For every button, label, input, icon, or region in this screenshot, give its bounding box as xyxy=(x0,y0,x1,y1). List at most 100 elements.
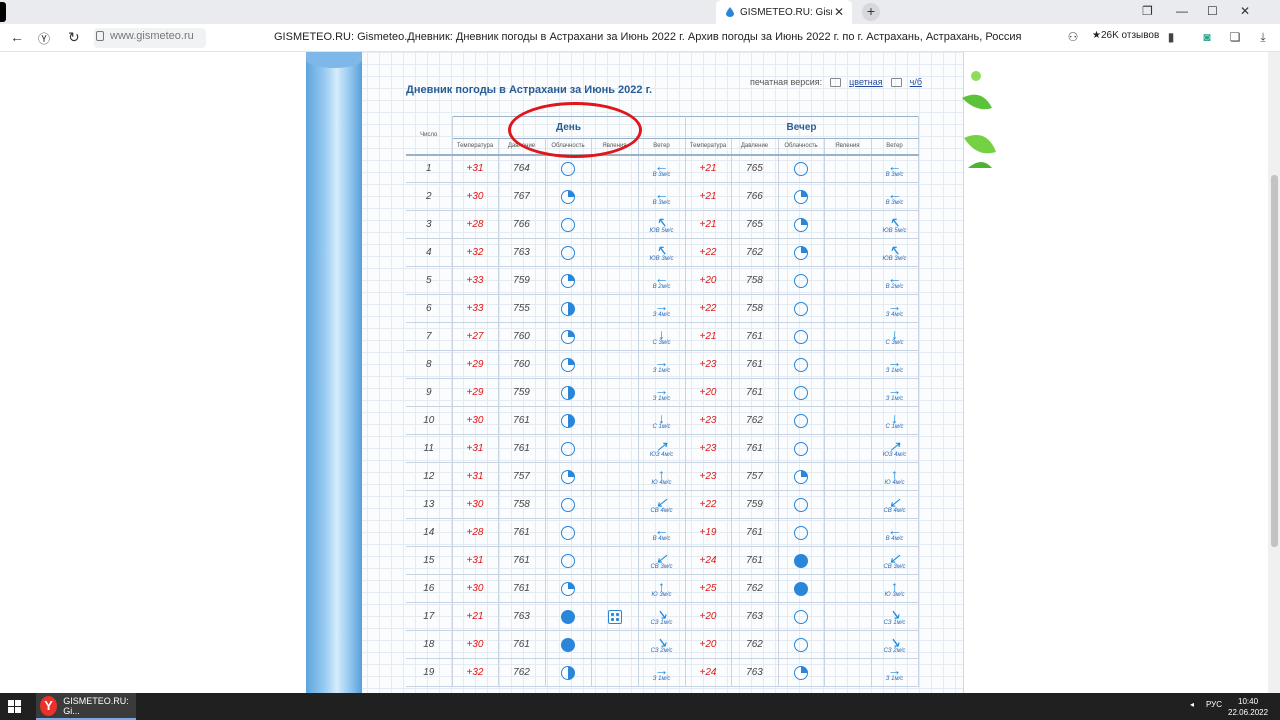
day-pressure: 761 xyxy=(498,546,546,575)
back-icon[interactable]: ← xyxy=(10,29,24,45)
wind-arrow-icon: ← xyxy=(887,269,902,286)
day-temp: +27 xyxy=(452,322,499,351)
evening-pressure: 763 xyxy=(731,602,779,631)
day-pressure: 764 xyxy=(498,154,546,183)
evening-wind: ↓ С 3м/с xyxy=(871,322,919,351)
wind-label: В 3м/с xyxy=(885,171,904,178)
download-icon[interactable]: ⤓ xyxy=(1256,30,1270,44)
cloud-clear-icon xyxy=(794,357,808,372)
cloud-partly-icon xyxy=(561,273,575,288)
evening-phenomena xyxy=(824,434,872,463)
col-eve-wind: Ветер xyxy=(871,138,919,156)
yandex-icon[interactable]: Ⓨ xyxy=(38,30,50,47)
day-number: 6 xyxy=(406,294,453,323)
day-number: 10 xyxy=(406,406,453,435)
cloud-partly-icon xyxy=(561,329,575,344)
wind-arrow-icon: ↑ xyxy=(658,465,665,482)
cloud-partly-icon xyxy=(561,189,575,204)
wind-arrow-icon: ↗ xyxy=(655,437,668,454)
evening-temp: +21 xyxy=(685,154,732,183)
evening-temp: +20 xyxy=(685,266,732,295)
url-field[interactable]: www.gismeteo.ru xyxy=(96,30,194,42)
day-number: 9 xyxy=(406,378,453,407)
new-tab-button[interactable]: + xyxy=(862,3,880,21)
weather-table: Число День Вечер Температура Давление Об… xyxy=(406,116,919,687)
table-row: 19 +32 762 → З 1м/с +24 763 → З 1м/с xyxy=(406,658,919,687)
day-pressure: 767 xyxy=(498,182,546,211)
wind-arrow-icon: ← xyxy=(887,185,902,202)
tab-gismeteo[interactable]: GISMETEO.RU: Gismeteo.Дневник ✕ xyxy=(716,0,852,24)
wind-label: З 1м/с xyxy=(652,367,671,374)
protect-icon[interactable]: ⚇ xyxy=(1066,30,1080,44)
wind-label: С 1м/с xyxy=(652,423,671,430)
day-phenomena xyxy=(591,434,639,463)
collections-icon[interactable]: ❏ xyxy=(1228,30,1242,44)
evening-wind: ← В 3м/с xyxy=(871,154,919,183)
cloud-clear-icon xyxy=(794,273,808,288)
wind-arrow-icon: ↑ xyxy=(658,577,665,594)
day-pressure: 761 xyxy=(498,630,546,659)
cloud-clear-icon xyxy=(794,385,808,400)
evening-cloud xyxy=(778,210,825,239)
scrollbar[interactable] xyxy=(1268,52,1280,693)
reload-icon[interactable]: ↻ xyxy=(68,29,80,46)
tabs-view-icon[interactable]: ❐ xyxy=(1142,4,1153,18)
day-temp: +33 xyxy=(452,294,499,323)
tray-chevron-icon[interactable]: ◂ xyxy=(1190,700,1194,709)
day-wind: ↙ СВ 3м/с xyxy=(638,546,686,575)
wind-label: СВ 3м/с xyxy=(883,563,906,570)
close-tab-icon[interactable]: ✕ xyxy=(834,5,844,19)
day-number: 15 xyxy=(406,546,453,575)
day-wind: ↓ С 3м/с xyxy=(638,322,686,351)
evening-cloud xyxy=(778,378,825,407)
print-color-link[interactable]: цветная xyxy=(849,77,883,87)
wind-arrow-icon: → xyxy=(654,661,669,678)
evening-wind: → З 1м/с xyxy=(871,378,919,407)
maximize-icon[interactable]: ☐ xyxy=(1207,4,1218,18)
evening-pressure: 765 xyxy=(731,154,779,183)
wind-arrow-icon: ↖ xyxy=(888,213,901,230)
day-cloud xyxy=(545,378,592,407)
day-temp: +32 xyxy=(452,658,499,687)
day-temp: +31 xyxy=(452,154,499,183)
day-number: 16 xyxy=(406,574,453,603)
windows-start-icon[interactable] xyxy=(8,700,21,713)
evening-temp: +22 xyxy=(685,294,732,323)
print-label: печатная версия: xyxy=(750,77,823,87)
wind-arrow-icon: ↓ xyxy=(891,325,898,342)
evening-wind: ↖ ЮВ 3м/с xyxy=(871,238,919,267)
language-indicator[interactable]: РУС xyxy=(1206,700,1222,709)
day-cloud xyxy=(545,462,592,491)
cloud-half-icon xyxy=(561,301,575,316)
browser-titlebar: GISMETEO.RU: Gismeteo.Дневник ✕ + ❐ — ☐ … xyxy=(0,0,1280,24)
day-cloud xyxy=(545,322,592,351)
clock[interactable]: 10:40 22.06.2022 xyxy=(1228,696,1268,718)
minimize-icon[interactable]: — xyxy=(1176,4,1188,18)
cloud-clear-icon xyxy=(794,441,808,456)
day-number: 13 xyxy=(406,490,453,519)
evening-pressure: 765 xyxy=(731,210,779,239)
scrollbar-thumb[interactable] xyxy=(1271,175,1278,547)
day-temp: +28 xyxy=(452,518,499,547)
col-eve-cloud: Облачность xyxy=(778,138,825,156)
day-pressure: 757 xyxy=(498,462,546,491)
evening-pressure: 761 xyxy=(731,518,779,547)
drop-icon xyxy=(726,7,734,17)
bookmark-icon[interactable]: ▮ xyxy=(1164,30,1178,44)
wind-arrow-icon: ← xyxy=(887,157,902,174)
close-window-icon[interactable]: ✕ xyxy=(1240,4,1250,18)
extension-icon[interactable]: ◙ xyxy=(1200,30,1214,44)
evening-wind: ← В 4м/с xyxy=(871,518,919,547)
taskbar-browser-app[interactable]: Y GISMETEO.RU: Gi... xyxy=(36,693,136,720)
cloud-partly-icon xyxy=(794,665,808,680)
day-pressure: 762 xyxy=(498,658,546,687)
cloud-overcast-icon xyxy=(794,553,808,568)
reviews-badge[interactable]: ★26K отзывов xyxy=(1092,30,1159,41)
page-title-bar: GISMETEO.RU: Gismeteo.Дневник: Дневник п… xyxy=(274,31,1022,43)
evening-pressure: 762 xyxy=(731,630,779,659)
wind-label: СЗ 2м/с xyxy=(650,647,673,654)
day-wind: ↘ СЗ 2м/с xyxy=(638,630,686,659)
table-row: 4 +32 763 ↖ ЮВ 3м/с +22 762 ↖ ЮВ 3м/с xyxy=(406,238,919,267)
print-bw-link[interactable]: ч/б xyxy=(910,77,922,87)
day-number: 14 xyxy=(406,518,453,547)
